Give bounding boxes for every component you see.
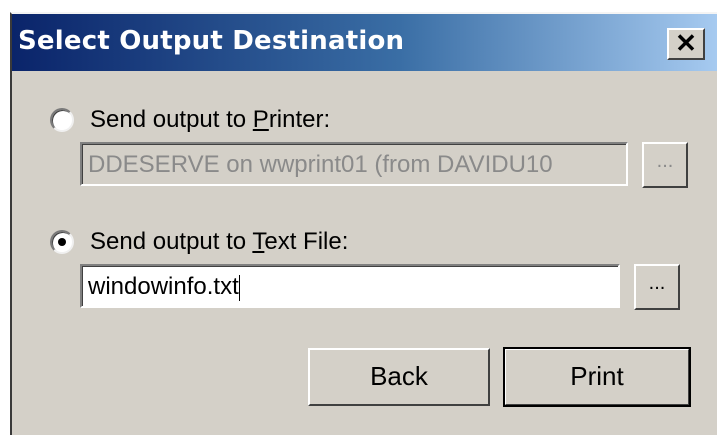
print-button[interactable]: Print <box>503 347 691 407</box>
printer-browse-button: ... <box>642 142 688 188</box>
dialog-title: Select Output Destination <box>18 26 405 56</box>
title-bar[interactable]: Select Output Destination ✕ <box>12 14 717 71</box>
textfile-path-input[interactable]: windowinfo.txt <box>80 264 620 308</box>
printer-field: DDESERVE on wwprint01 (from DAVIDU10 <box>80 142 628 186</box>
textfile-radio-label: Send output to Text File: <box>90 228 349 255</box>
printer-radio[interactable] <box>50 108 74 132</box>
close-icon: ✕ <box>675 28 697 58</box>
select-output-dialog: Select Output Destination ✕ Send output … <box>10 12 717 435</box>
close-button[interactable]: ✕ <box>667 28 705 60</box>
textfile-radio-option[interactable]: Send output to Text File: <box>50 228 348 256</box>
printer-radio-label: Send output to Printer: <box>90 106 331 133</box>
back-button[interactable]: Back <box>308 348 490 406</box>
textfile-radio[interactable] <box>50 230 74 254</box>
printer-radio-option[interactable]: Send output to Printer: <box>50 106 330 134</box>
text-caret <box>238 274 240 301</box>
textfile-browse-button[interactable]: ... <box>634 264 680 310</box>
